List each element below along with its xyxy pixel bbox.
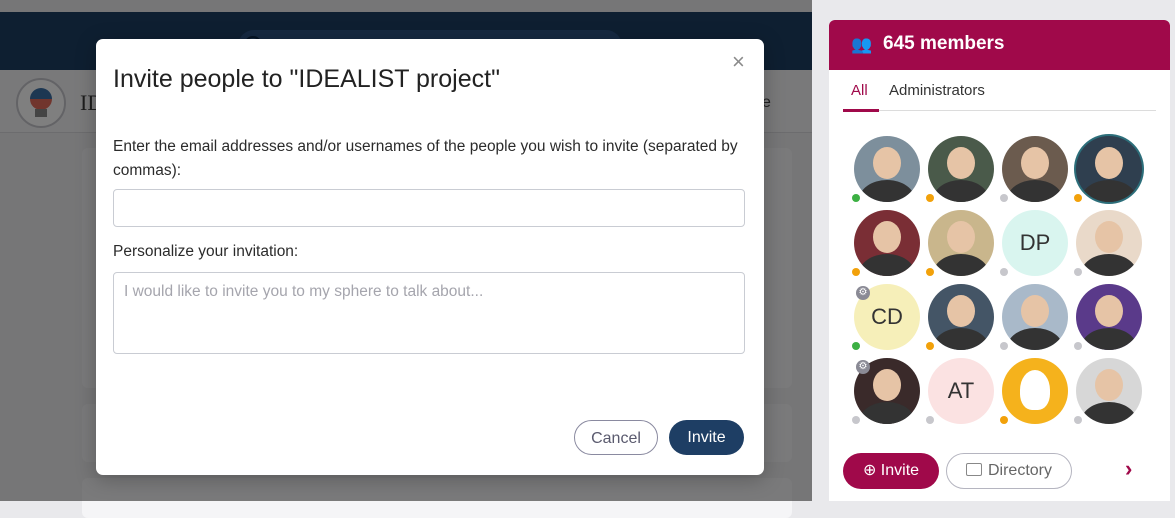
member-avatar[interactable] [854,210,920,276]
status-dot [1000,268,1008,276]
members-panel: 👥 645 members All Administrators DP CD ⚙ ⚙ A… [829,20,1170,501]
member-avatar[interactable] [1002,284,1068,350]
modal-title: Invite people to "IDEALIST project" [113,65,500,93]
status-dot [852,416,860,424]
seahorse-logo-icon [1020,370,1050,410]
status-dot [926,416,934,424]
tab-all[interactable]: All [851,82,868,99]
member-avatar-initials[interactable]: DP [1002,210,1068,276]
member-avatar[interactable] [1002,358,1068,424]
active-tab-indicator [843,109,879,112]
member-avatar[interactable] [928,136,994,202]
status-dot [926,342,934,350]
email-label: Enter the email addresses and/or usernam… [113,138,738,179]
status-dot [852,268,860,276]
member-avatar[interactable] [928,210,994,276]
invite-button[interactable]: Invite [669,420,744,455]
member-avatar[interactable] [1076,284,1142,350]
invitation-message-textarea[interactable]: I would like to invite you to my sphere … [113,272,745,354]
status-dot [1000,194,1008,202]
status-dot [852,194,860,202]
member-avatar[interactable] [928,284,994,350]
tab-administrators[interactable]: Administrators [889,82,985,99]
invite-modal: Invite people to "IDEALIST project" × En… [96,39,764,475]
status-dot [1000,416,1008,424]
status-dot [1000,342,1008,350]
members-header: 👥 645 members [829,20,1170,70]
directory-label: Directory [987,462,1052,479]
status-dot [1074,194,1082,202]
status-dot [1074,342,1082,350]
directory-button[interactable]: Directory [946,453,1072,489]
message-label: Personalize your invitation: [113,243,299,260]
admin-badge-icon: ⚙ [856,286,870,300]
member-avatar[interactable] [1076,358,1142,424]
chevron-right-icon[interactable]: › [1125,456,1132,482]
member-avatar[interactable] [1002,136,1068,202]
status-dot [926,194,934,202]
cancel-button[interactable]: Cancel [574,420,658,455]
members-count: 645 members [883,33,1005,54]
invite-members-label: Invite [880,462,920,479]
users-icon: 👥 [851,35,873,54]
invite-members-button[interactable]: ⊕ Invite [843,453,939,489]
member-avatar[interactable] [1076,210,1142,276]
status-dot [1074,416,1082,424]
member-avatar[interactable] [1076,136,1142,202]
status-dot [926,268,934,276]
member-avatar-initials[interactable]: AT [928,358,994,424]
status-dot [1074,268,1082,276]
email-input[interactable] [113,189,745,227]
member-avatar[interactable] [854,136,920,202]
contact-card-icon [965,463,982,476]
close-icon[interactable]: × [732,49,745,75]
admin-badge-icon: ⚙ [856,360,870,374]
status-dot [852,342,860,350]
add-user-icon: ⊕ [862,462,881,479]
